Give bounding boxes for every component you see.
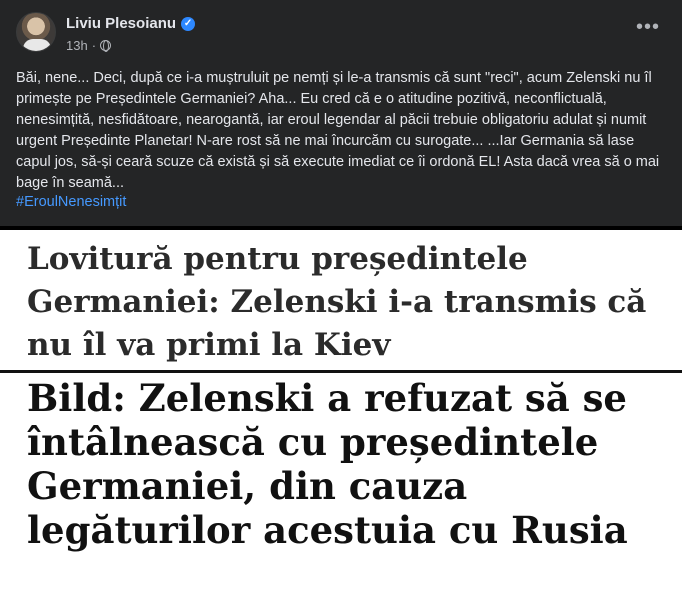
avatar[interactable] xyxy=(16,12,56,52)
timestamp[interactable]: 13h xyxy=(66,38,88,53)
headline-2: Bild: Zelenski a refuzat să se întâlneas… xyxy=(27,376,628,552)
globe-icon xyxy=(100,40,112,52)
hashtag-link[interactable]: #EroulNenesimțit xyxy=(16,194,126,210)
facebook-post: Liviu Plesoianu ✓ 13h · ••• Băi, nene...… xyxy=(0,0,682,230)
post-text: Băi, nene... Deci, după ce i-a muștrului… xyxy=(16,70,660,191)
headline-1: Lovitură pentru președintele Germaniei: … xyxy=(27,241,647,363)
more-options-icon[interactable]: ••• xyxy=(636,17,660,37)
verified-icon: ✓ xyxy=(181,16,196,31)
post-image[interactable]: Lovitură pentru președintele Germaniei: … xyxy=(0,230,682,605)
author-line: Liviu Plesoianu ✓ xyxy=(66,15,196,32)
avatar-shirt xyxy=(23,39,51,51)
meta-separator: · xyxy=(91,38,97,53)
headline-divider xyxy=(0,370,682,373)
post-meta: 13h · xyxy=(66,38,112,53)
author-name[interactable]: Liviu Plesoianu xyxy=(66,15,176,32)
